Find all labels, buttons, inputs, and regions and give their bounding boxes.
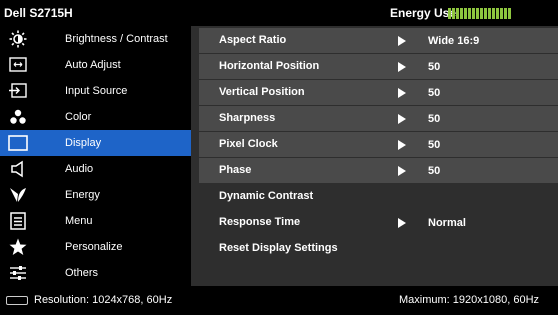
sidebar-item-label: Auto Adjust [65, 59, 121, 71]
setting-value: Normal [428, 217, 466, 229]
setting-label: Phase [219, 164, 252, 176]
setting-value: Wide 16:9 [428, 35, 480, 47]
setting-value: 50 [428, 113, 441, 125]
display-icon [8, 134, 28, 152]
energy-meter-segment [456, 8, 459, 19]
color-icon [8, 108, 28, 126]
brightness-icon [8, 30, 28, 48]
setting-row-response-time[interactable]: Response Time Normal [199, 210, 558, 235]
setting-value: 50 [428, 61, 441, 73]
energy-meter-segment [464, 8, 467, 19]
sidebar-item-label: Energy [65, 189, 100, 201]
setting-label: Response Time [219, 216, 301, 228]
sidebar-item-label: Audio [65, 163, 94, 175]
setting-row-pixel-clock[interactable]: Pixel Clock 50 [199, 132, 558, 157]
others-icon [8, 264, 28, 282]
sidebar-item-personalize[interactable]: Personalize [0, 234, 191, 260]
sidebar-item-audio[interactable]: Audio [0, 156, 191, 182]
setting-row-phase[interactable]: Phase 50 [199, 158, 558, 183]
energy-meter-segment [500, 8, 503, 19]
display-settings-panel: Aspect Ratio Wide 16:9 Horizontal Position… [191, 26, 558, 286]
energy-meter-segment [476, 8, 479, 19]
setting-row-dynamic-contrast[interactable]: Dynamic Contrast [199, 184, 558, 209]
setting-label: Aspect Ratio [219, 34, 287, 46]
energy-meter-segment [492, 8, 495, 19]
setting-row-horizontal-position[interactable]: Horizontal Position 50 [199, 54, 558, 79]
auto-adjust-icon [8, 56, 28, 74]
arrow-right-icon [398, 166, 406, 176]
input-source-icon [8, 82, 28, 100]
setting-row-aspect-ratio[interactable]: Aspect Ratio Wide 16:9 [199, 28, 558, 53]
sidebar-item-label: Input Source [65, 85, 128, 97]
energy-meter-segment [472, 8, 475, 19]
energy-icon [8, 186, 28, 204]
energy-meter-segment [480, 8, 483, 19]
sidebar-item-others[interactable]: Others [0, 260, 191, 286]
osd-menu-sidebar: Brightness / Contrast Auto Adjust Input So… [0, 26, 191, 286]
energy-meter-segment [496, 8, 499, 19]
energy-meter-segment [504, 8, 507, 19]
energy-meter-segment [468, 8, 471, 19]
sidebar-item-energy[interactable]: Energy [0, 182, 191, 208]
sidebar-item-label: Color [65, 111, 92, 123]
energy-meter-segment [448, 8, 451, 19]
sidebar-item-label: Menu [65, 215, 93, 227]
setting-row-reset-display-settings[interactable]: Reset Display Settings [199, 236, 558, 261]
arrow-right-icon [398, 36, 406, 46]
arrow-right-icon [398, 88, 406, 98]
sidebar-item-label: Display [65, 137, 102, 149]
energy-meter-segment [488, 8, 491, 19]
sidebar-item-brightness-contrast[interactable]: Brightness / Contrast [0, 26, 191, 52]
sidebar-item-display[interactable]: Display [0, 130, 191, 156]
setting-label: Horizontal Position [219, 60, 320, 72]
energy-use-label: Energy Use [390, 6, 457, 20]
setting-label: Sharpness [219, 112, 276, 124]
energy-meter-segment [508, 8, 511, 19]
energy-meter-segment [484, 8, 487, 19]
status-bar: Resolution: 1024x768, 60Hz Maximum: 1920… [0, 286, 558, 315]
maximum-resolution: Maximum: 1920x1080, 60Hz [399, 294, 540, 306]
top-bar: Dell S2715H Energy Use [0, 0, 558, 26]
energy-meter-segment [460, 8, 463, 19]
monitor-model: Dell S2715H [4, 6, 73, 20]
sidebar-item-input-source[interactable]: Input Source [0, 78, 191, 104]
setting-label: Vertical Position [219, 86, 305, 98]
setting-label: Reset Display Settings [219, 242, 338, 254]
setting-value: 50 [428, 165, 441, 177]
setting-row-vertical-position[interactable]: Vertical Position 50 [199, 80, 558, 105]
sidebar-item-label: Brightness / Contrast [65, 33, 168, 45]
arrow-right-icon [398, 62, 406, 72]
setting-label: Pixel Clock [219, 138, 278, 150]
sidebar-item-menu[interactable]: Menu [0, 208, 191, 234]
sidebar-item-color[interactable]: Color [0, 104, 191, 130]
sidebar-item-label: Personalize [65, 241, 123, 253]
audio-icon [8, 160, 28, 178]
input-cable-icon [6, 296, 28, 305]
energy-meter-segment [452, 8, 455, 19]
current-resolution: Resolution: 1024x768, 60Hz [34, 294, 173, 306]
setting-label: Dynamic Contrast [219, 190, 314, 202]
setting-value: 50 [428, 87, 441, 99]
energy-use-meter [448, 8, 511, 19]
sidebar-item-auto-adjust[interactable]: Auto Adjust [0, 52, 191, 78]
setting-value: 50 [428, 139, 441, 151]
setting-row-sharpness[interactable]: Sharpness 50 [199, 106, 558, 131]
sidebar-item-label: Others [65, 267, 99, 279]
arrow-right-icon [398, 114, 406, 124]
menu-icon [8, 212, 28, 230]
personalize-icon [8, 238, 28, 256]
arrow-right-icon [398, 140, 406, 150]
arrow-right-icon [398, 218, 406, 228]
